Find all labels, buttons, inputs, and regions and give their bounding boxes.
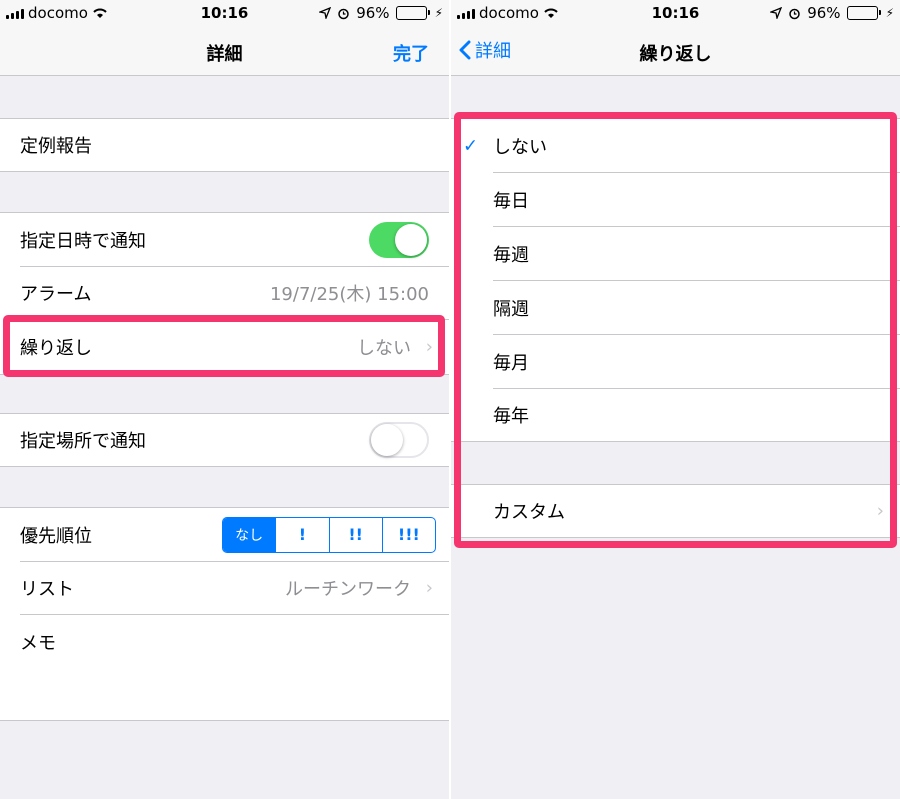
page-title: 繰り返し <box>639 44 712 65</box>
battery-percent: 96% <box>356 4 390 22</box>
navigation-bar: 詳細 繰り返し <box>451 28 900 76</box>
alarm-value: 19/7/25(木) 15:00 <box>269 284 429 305</box>
status-bar: docomo 10:16 96% ⚡ <box>0 0 449 28</box>
priority-segmented-control: なし ! !! !!! <box>222 516 436 553</box>
memo-field[interactable]: メモ <box>0 615 449 720</box>
reminder-title: 定例報告 <box>20 136 92 157</box>
location-arrow-icon <box>319 7 332 19</box>
notify-date-label: 指定日時で通知 <box>20 230 146 252</box>
list-row[interactable]: リスト ルーチンワーク › <box>0 562 449 614</box>
notify-date-toggle[interactable] <box>369 221 429 258</box>
notify-location-row: 指定場所で通知 <box>0 414 449 466</box>
repeat-highlight-box <box>3 315 445 377</box>
priority-label: 優先順位 <box>20 525 92 547</box>
notify-date-row: 指定日時で通知 <box>0 213 449 266</box>
title-section: 定例報告 <box>0 118 449 172</box>
battery-percent: 96% <box>807 4 841 22</box>
charging-icon: ⚡ <box>434 6 443 20</box>
notify-location-label: 指定場所で通知 <box>20 431 146 452</box>
reminder-title-field[interactable]: 定例報告 <box>0 119 449 171</box>
alarm-icon <box>338 8 349 19</box>
alarm-label: アラーム <box>20 284 92 305</box>
navigation-bar: 詳細 完了 <box>0 28 449 76</box>
done-button[interactable]: 完了 <box>393 40 429 66</box>
page-title: 詳細 <box>206 44 243 65</box>
memo-label: メモ <box>20 633 56 654</box>
status-bar: docomo 10:16 96% ⚡ <box>451 0 900 28</box>
location-arrow-icon <box>770 7 783 19</box>
notify-location-toggle[interactable] <box>369 422 429 458</box>
alarm-row[interactable]: アラーム 19/7/25(木) 15:00 <box>0 267 449 319</box>
details-section: 優先順位 なし ! !! !!! リスト ルーチンワーク › メモ <box>0 507 449 721</box>
list-label: リスト <box>20 579 74 600</box>
alarm-icon <box>789 8 800 19</box>
priority-row: 優先順位 なし ! !! !!! <box>0 508 449 561</box>
charging-icon: ⚡ <box>885 6 894 20</box>
priority-low-segment[interactable]: ! <box>275 517 328 552</box>
priority-medium-segment[interactable]: !! <box>328 517 382 552</box>
detail-screen: docomo 10:16 96% ⚡ 詳細 完了 定例報告 指定日時で通知 アラ… <box>0 0 449 799</box>
priority-high-segment[interactable]: !!! <box>381 517 435 552</box>
list-value: ルーチンワーク <box>285 579 411 600</box>
battery-icon <box>846 6 881 20</box>
options-highlight-box <box>454 112 897 548</box>
battery-icon <box>395 6 430 20</box>
location-notification-section: 指定場所で通知 <box>0 413 449 467</box>
priority-none-segment[interactable]: なし <box>223 517 276 552</box>
repeat-screen: docomo 10:16 96% ⚡ 詳細 繰り返し ✓ しない 毎日 毎週 隔… <box>451 0 900 799</box>
chevron-right-icon: › <box>425 577 433 599</box>
